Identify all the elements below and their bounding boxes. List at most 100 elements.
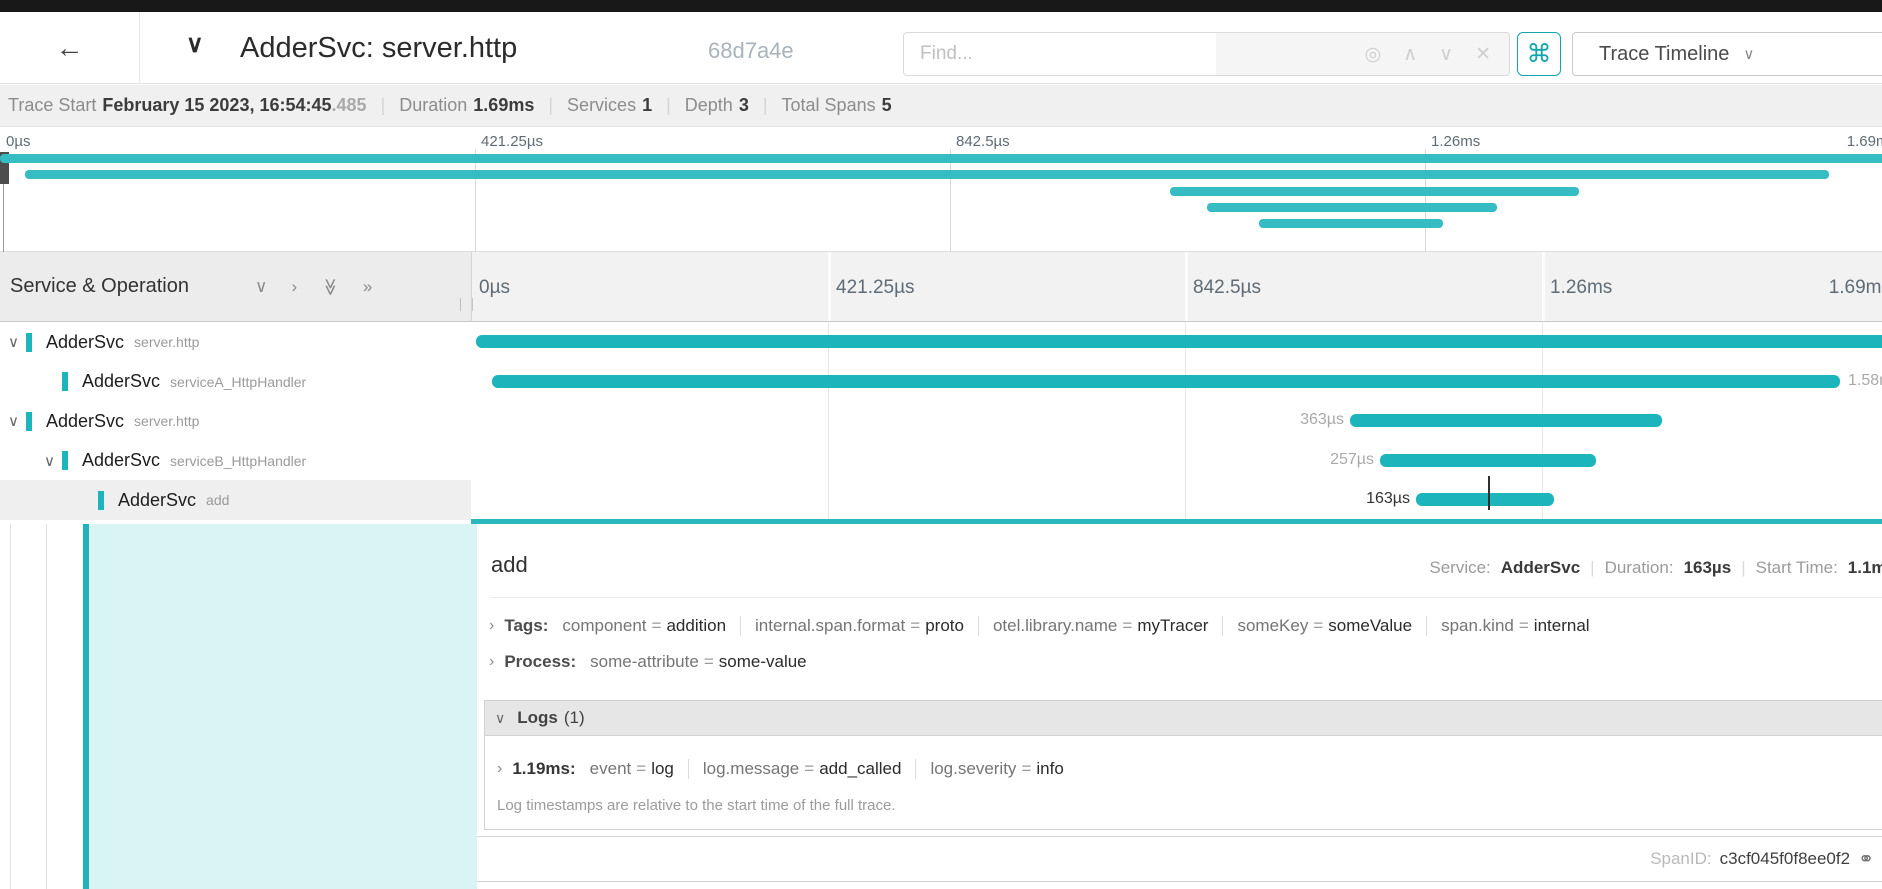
equals-sign: = (910, 616, 920, 636)
chevron-right-icon[interactable]: › (489, 617, 494, 635)
minimap-scrubber-line (3, 184, 4, 252)
spanid-value: c3cf045f0f8ee0f2 (1720, 849, 1850, 869)
summary-value-fraction: .485 (332, 95, 367, 116)
section-label: Tags: (504, 616, 548, 636)
span-name-cell[interactable]: ∨AdderSvcserver.http (0, 401, 471, 441)
row-expand-chevron-icon[interactable]: ∨ (44, 452, 55, 470)
span-bar[interactable] (1416, 493, 1554, 506)
equals-sign: = (652, 616, 662, 636)
kv-pair: someKey=someValue (1237, 616, 1412, 636)
trace-view-selector[interactable]: Trace Timeline ∨ (1572, 32, 1882, 76)
tree-guide-line (46, 524, 47, 889)
clear-search-icon[interactable]: ✕ (1475, 43, 1491, 66)
meta-value: AdderSvc (1501, 558, 1580, 578)
summary-item: Trace StartFebruary 15 2023, 16:54:45.48… (8, 95, 367, 116)
minimap-tick-label: 1.26ms (1431, 133, 1480, 150)
jaeger-trace-page: ← ∨ AdderSvc: server.http 68d7a4e ◎ ∧ ∨ … (0, 0, 1882, 889)
row-expand-chevron-icon[interactable]: ∨ (8, 333, 19, 351)
service-color-tick (62, 372, 68, 391)
span-name-cell[interactable]: AdderSvcadd (0, 480, 471, 520)
command-icon: ⌘ (1527, 39, 1552, 69)
meta-label: Duration: (1605, 558, 1674, 578)
timeline-tick-label: 0µs (479, 277, 510, 299)
separator (1426, 616, 1427, 636)
process-row[interactable]: ›Process:some-attribute=some-value (489, 652, 807, 672)
span-row[interactable]: AdderSvcserviceA_HttpHandler 1.58ms (0, 362, 1882, 402)
service-name: AdderSvc (82, 450, 160, 471)
collapse-all-icon[interactable]: ∨ (255, 277, 267, 297)
browser-top-strip (0, 0, 1882, 12)
summary-value: 3 (739, 95, 749, 116)
collapse-one-icon[interactable]: ≫ (320, 278, 340, 296)
minimap-span-bar (1170, 187, 1579, 196)
minimap-span-bar (25, 170, 1829, 179)
span-name-cell[interactable]: ∨ AdderSvc serviceB_HttpHandler (0, 441, 471, 481)
row-expand-chevron-icon[interactable]: ∨ (8, 412, 19, 430)
span-duration-label: 1.58ms (1848, 372, 1882, 390)
operation-name: serviceA_HttpHandler (170, 374, 306, 390)
trace-minimap[interactable]: 0µs421.25µs842.5µs1.26ms1.69ms (0, 127, 1882, 252)
tags-row[interactable]: ›Tags:component=additioninternal.span.fo… (489, 616, 1590, 636)
service-operation-title: Service & Operation (10, 275, 189, 298)
span-bar[interactable] (1350, 414, 1662, 427)
span-detail-panel: add Service:AdderSvc|Duration:163µs|Star… (477, 524, 1882, 889)
span-name-cell[interactable]: AdderSvcserviceA_HttpHandler (0, 362, 471, 402)
find-input[interactable] (904, 33, 1216, 75)
link-icon[interactable]: ⚭ (1858, 848, 1874, 871)
equals-sign: = (1122, 616, 1132, 636)
span-row[interactable]: AdderSvcadd163µs (0, 480, 1882, 520)
kv-key: span.kind (1441, 616, 1514, 636)
kv-key: internal.span.format (755, 616, 905, 636)
summary-label: Depth (685, 95, 733, 116)
keyboard-shortcuts-button[interactable]: ⌘ (1517, 32, 1561, 76)
minimap-span-bar (0, 154, 1882, 163)
expand-all-icon[interactable]: » (363, 277, 372, 297)
chevron-right-icon[interactable]: › (497, 760, 502, 778)
find-bar: ◎ ∧ ∨ ✕ (903, 32, 1510, 76)
locate-icon[interactable]: ◎ (1365, 43, 1382, 66)
chevron-right-icon[interactable]: › (489, 653, 494, 671)
find-controls: ◎ ∧ ∨ ✕ (1216, 33, 1509, 75)
kv-value: proto (925, 616, 964, 636)
header-tick-line (828, 252, 831, 321)
minimap-tick-label: 842.5µs (956, 133, 1010, 150)
span-row[interactable]: ∨AdderSvcserver.http363µs (0, 401, 1882, 441)
cursor-caret (1488, 476, 1490, 510)
kv-pair: span.kind=internal (1441, 616, 1589, 636)
header-tick-line (1185, 252, 1188, 321)
kv-pair: internal.span.format=proto (755, 616, 964, 636)
log-entry[interactable]: ›1.19ms:event=loglog.message=add_calledl… (497, 759, 1064, 779)
equals-sign: = (704, 652, 714, 672)
summary-label: Duration (399, 95, 467, 116)
kv-pair: log.message=add_called (703, 759, 902, 779)
prev-result-icon[interactable]: ∧ (1403, 43, 1417, 66)
summary-value: February 15 2023, 16:54:45 (102, 95, 331, 116)
chevron-down-icon: ∨ (1743, 45, 1754, 63)
meta-label: Service: (1429, 558, 1490, 578)
column-resizer-grip[interactable]: ❘❘ (455, 296, 479, 312)
service-color-tick (62, 451, 68, 470)
equals-sign: = (1313, 616, 1323, 636)
summary-value: 1 (642, 95, 652, 116)
back-button[interactable]: ← (0, 12, 140, 84)
span-rows: ∨AdderSvcserver.httpAdderSvcserviceA_Htt… (0, 322, 1882, 520)
kv-key: log.message (703, 759, 799, 779)
span-bar[interactable] (476, 335, 1882, 348)
header-collapse-chevron-icon[interactable]: ∨ (186, 30, 204, 59)
trace-summary-bar: Trace StartFebruary 15 2023, 16:54:45.48… (0, 85, 1882, 127)
expand-one-icon[interactable]: › (291, 277, 297, 297)
separator: | (763, 95, 768, 116)
separator: | (1741, 558, 1745, 578)
span-name-cell[interactable]: ∨AdderSvcserver.http (0, 322, 471, 362)
kv-value: someValue (1328, 616, 1412, 636)
span-row[interactable]: ∨AdderSvcserviceB_HttpHandler257µs (0, 441, 1882, 481)
span-row[interactable]: ∨AdderSvcserver.http (0, 322, 1882, 362)
span-bar[interactable] (492, 375, 1840, 388)
kv-key: someKey (1237, 616, 1308, 636)
operation-name: serviceB_HttpHandler (170, 453, 306, 469)
logs-header[interactable]: ∨ Logs (1) (485, 701, 1882, 736)
next-result-icon[interactable]: ∨ (1439, 43, 1453, 66)
kv-value: internal (1534, 616, 1590, 636)
operation-name: server.http (134, 413, 199, 429)
span-bar[interactable] (1380, 454, 1596, 467)
